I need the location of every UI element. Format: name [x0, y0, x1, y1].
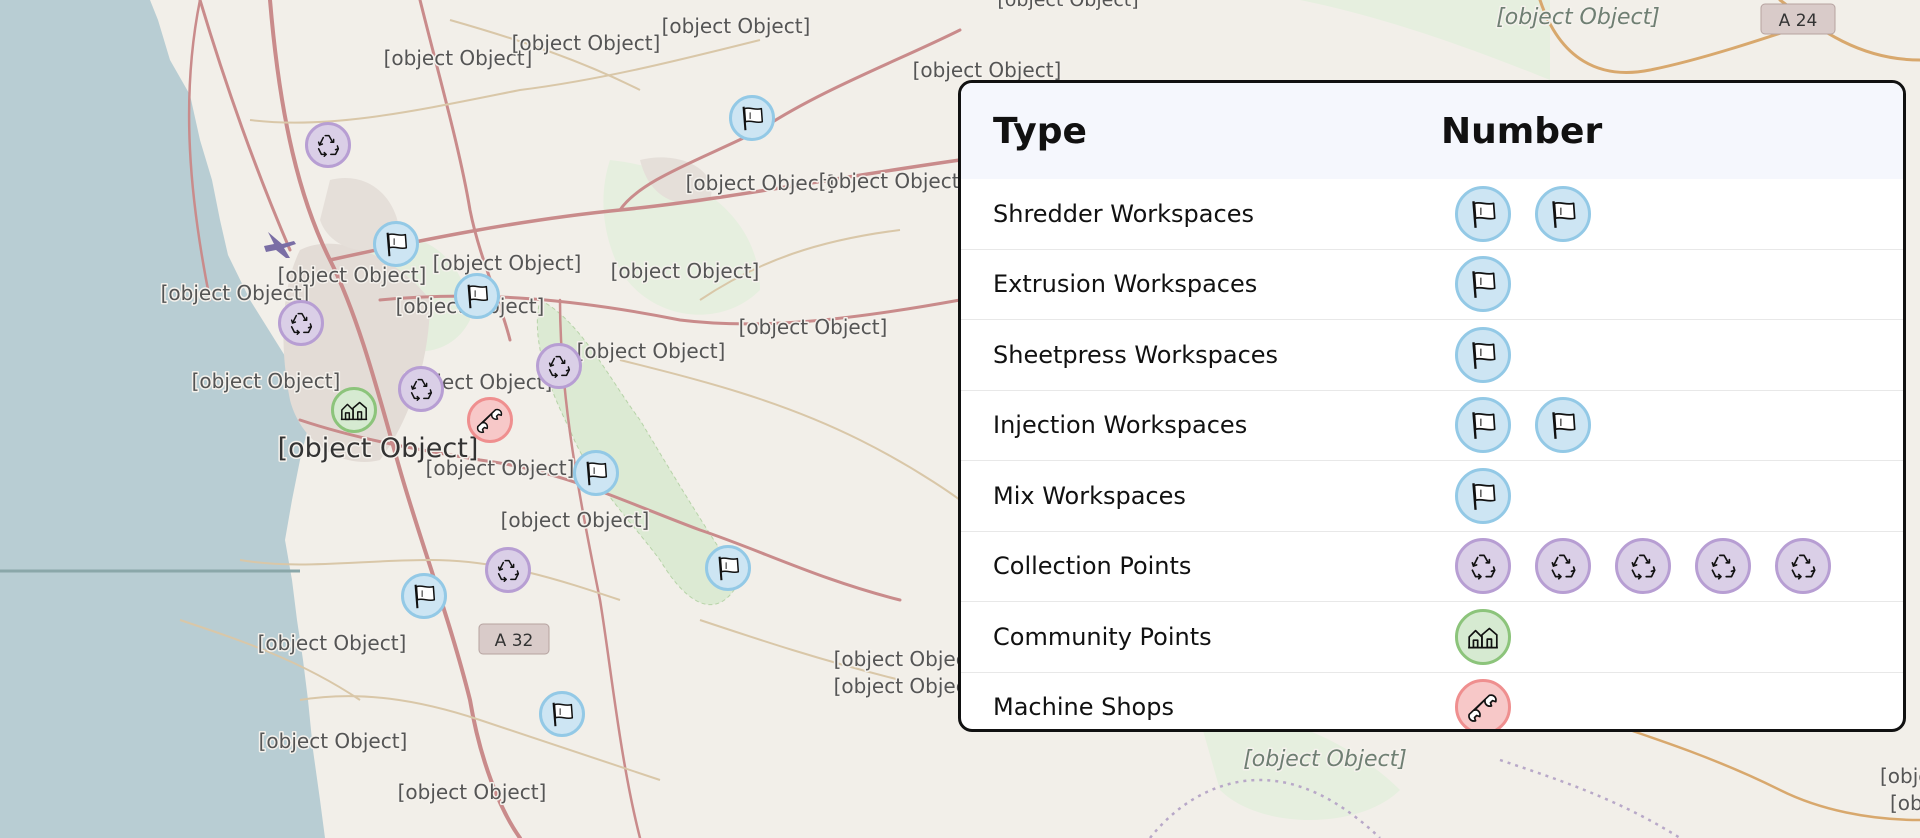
place-label: [object Object]	[192, 369, 341, 393]
place-label: [object Object]	[739, 315, 888, 339]
recycle-icon	[1775, 538, 1831, 595]
workspace-marker[interactable]	[401, 573, 447, 619]
workspace-marker[interactable]	[729, 95, 775, 141]
road-shield-a24: A 24	[1760, 3, 1836, 35]
legend-row-label: Machine Shops	[993, 693, 1174, 722]
place-label: [object Object]	[577, 339, 726, 363]
place-label: [object Object]	[501, 508, 650, 532]
legend-row-label: Community Points	[993, 622, 1212, 651]
flag-icon	[1455, 397, 1511, 454]
legend-row: Sheetpress Workspaces	[961, 319, 1903, 390]
legend-header: Type Number	[961, 83, 1903, 179]
place-label: [object Object]	[259, 729, 408, 753]
recycle-icon	[493, 555, 523, 585]
place-label: [object Object]	[611, 259, 760, 283]
collection-marker[interactable]	[536, 343, 582, 389]
collection-marker[interactable]	[278, 300, 324, 346]
place-label: [object Object]	[398, 780, 547, 804]
legend-row-count-icons	[1441, 326, 1511, 383]
place-label: [object Object]	[819, 169, 968, 193]
flag-icon	[1455, 256, 1511, 313]
place-label: [object Object]	[161, 281, 310, 305]
collection-marker[interactable]	[305, 122, 351, 168]
place-label: [object Object]	[433, 251, 582, 275]
place-label: [object Object]	[1496, 5, 1660, 30]
flag-icon	[381, 229, 411, 259]
svg-text:A 32: A 32	[495, 631, 534, 651]
flag-icon	[1455, 467, 1511, 524]
machine-shop-marker[interactable]	[467, 397, 513, 443]
legend-row: Injection Workspaces	[961, 389, 1903, 461]
place-label: [object Object]	[662, 14, 811, 38]
workspace-marker[interactable]	[454, 273, 500, 319]
road-shield-a32: A 32	[478, 623, 550, 655]
legend-row-label: Sheetpress Workspaces	[993, 340, 1279, 369]
flag-icon	[1455, 326, 1511, 383]
legend-row-label: Extrusion Workspaces	[993, 270, 1258, 299]
recycle-icon	[286, 308, 316, 338]
legend-row-count-icons	[1441, 397, 1591, 454]
legend-row-label: Shredder Workspaces	[993, 199, 1254, 228]
recycle-icon	[406, 374, 436, 404]
flag-icon	[1455, 185, 1511, 242]
place-label: [object Object]	[1880, 764, 1920, 788]
community-marker[interactable]	[331, 387, 377, 433]
legend-row: Mix Workspaces	[961, 460, 1903, 531]
collection-marker[interactable]	[398, 366, 444, 412]
collection-marker[interactable]	[485, 547, 531, 593]
place-label: [object Object]	[258, 631, 407, 655]
wrench-icon	[1455, 679, 1511, 729]
place-label: [object Object]	[1890, 791, 1920, 815]
place-label: [object Object]	[686, 171, 835, 195]
legend-row-count-icons	[1441, 608, 1511, 665]
legend-row: Shredder Workspaces	[961, 179, 1903, 249]
place-label: [object Object]	[512, 31, 661, 55]
legend-row: Community Points	[961, 601, 1903, 672]
flag-icon	[1535, 185, 1591, 242]
houses-icon	[1455, 608, 1511, 665]
place-label: [object Object]	[1243, 747, 1407, 772]
workspace-marker[interactable]	[373, 221, 419, 267]
place-label: [object Object]	[426, 456, 575, 480]
recycle-icon	[1455, 538, 1511, 595]
recycle-icon	[1695, 538, 1751, 595]
recycle-icon	[1615, 538, 1671, 595]
flag-icon	[713, 553, 743, 583]
flag-icon	[462, 281, 492, 311]
wrench-icon	[475, 405, 505, 435]
place-label: [object Object]	[384, 46, 533, 70]
svg-text:A 24: A 24	[1779, 11, 1818, 31]
place-label: [object Object]	[997, 0, 1138, 11]
flag-icon	[409, 581, 439, 611]
flag-icon	[737, 103, 767, 133]
legend-row: Extrusion Workspaces	[961, 248, 1903, 320]
legend-row: Machine Shops	[961, 671, 1903, 729]
legend-row-label: Mix Workspaces	[993, 481, 1186, 510]
workspace-marker[interactable]	[539, 691, 585, 737]
flag-icon	[581, 458, 611, 488]
legend-row-label: Injection Workspaces	[993, 411, 1248, 440]
legend-row-count-icons	[1441, 467, 1511, 524]
flag-icon	[1535, 397, 1591, 454]
legend-panel: Type Number Shredder Workspaces Extrusion…	[958, 80, 1906, 732]
workspace-marker[interactable]	[705, 545, 751, 591]
legend-row: Collection Points	[961, 530, 1903, 602]
legend-row-count-icons	[1441, 256, 1511, 313]
flag-icon	[547, 699, 577, 729]
legend-header-type: Type	[993, 110, 1087, 152]
legend-header-number: Number	[1441, 110, 1603, 152]
recycle-icon	[313, 130, 343, 160]
legend-row-label: Collection Points	[993, 552, 1192, 581]
legend-row-count-icons	[1441, 538, 1831, 595]
houses-icon	[339, 395, 369, 425]
legend-row-count-icons	[1441, 185, 1591, 242]
place-label: [object Object]	[913, 58, 1062, 82]
recycle-icon	[1535, 538, 1591, 595]
legend-row-count-icons	[1441, 679, 1511, 729]
workspace-marker[interactable]	[573, 450, 619, 496]
recycle-icon	[544, 351, 574, 381]
